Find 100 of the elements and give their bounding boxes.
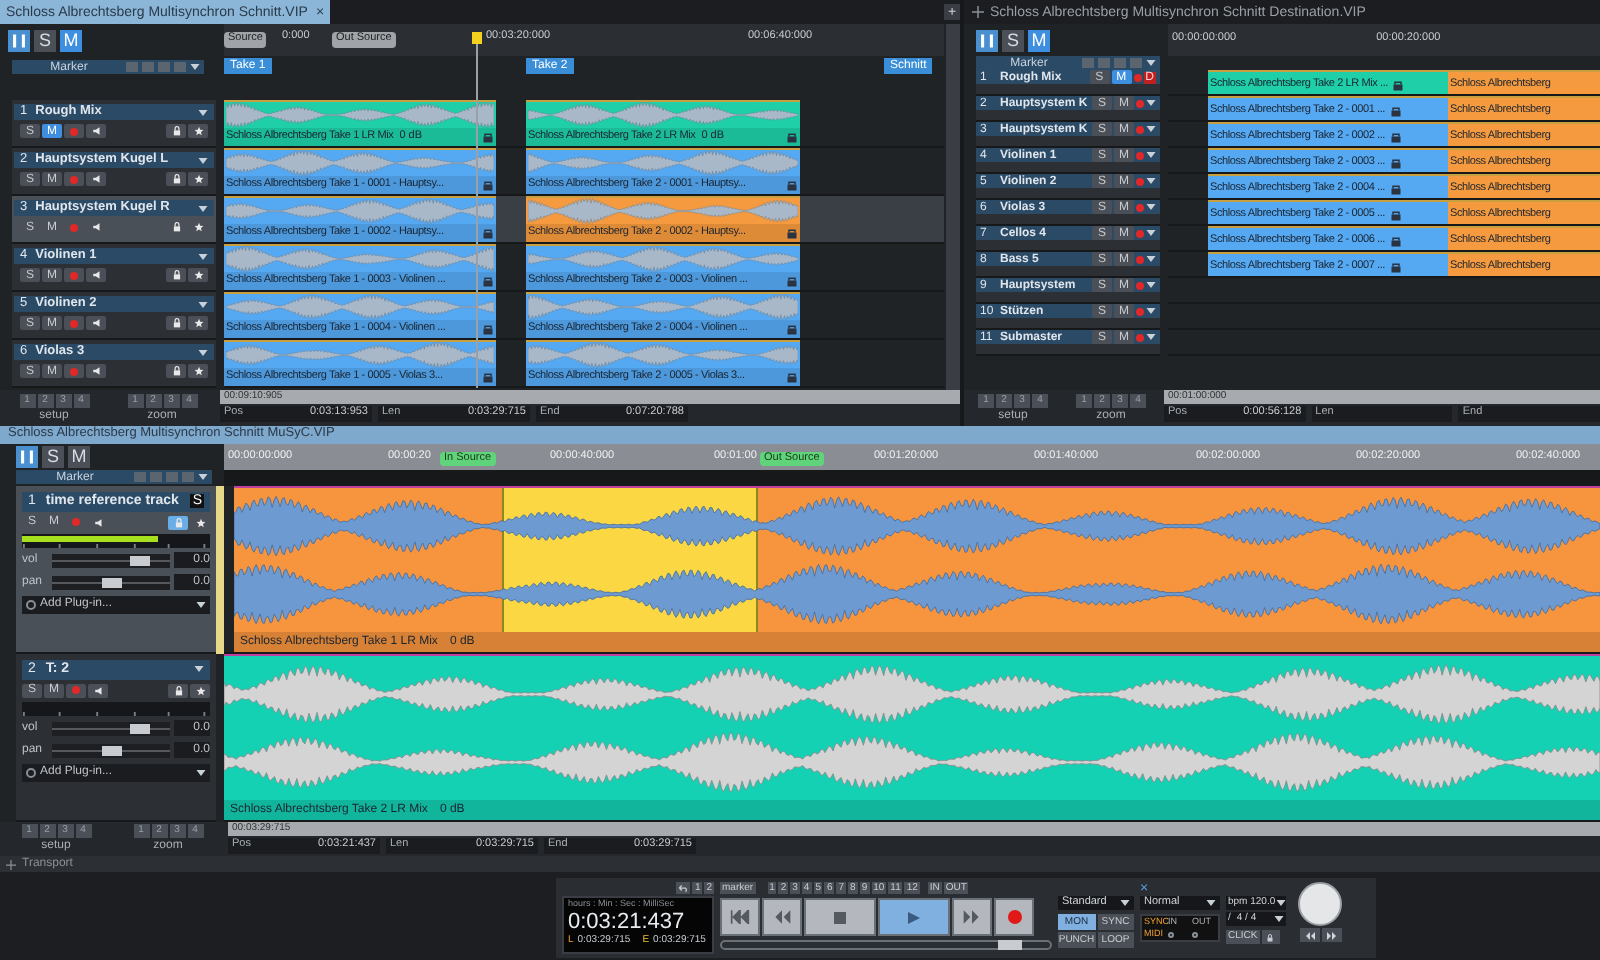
- clip-icon: [1389, 132, 1401, 144]
- clip-icon: [1392, 80, 1405, 92]
- skip-to-start-icon: [730, 910, 750, 924]
- speaker-icon: [91, 318, 101, 328]
- caret-icon: [196, 769, 206, 776]
- caret-icon: [1206, 900, 1216, 906]
- caret-icon: [1146, 126, 1156, 132]
- favorite-button[interactable]: [188, 172, 208, 186]
- star-icon: [195, 685, 205, 696]
- clip-icon: [786, 179, 798, 191]
- speaker-icon: [93, 685, 103, 696]
- display-time: 0:03:21:437: [568, 911, 687, 933]
- caret-icon: [198, 253, 208, 259]
- record-icon: [70, 127, 78, 135]
- slider-thumb[interactable]: [130, 555, 151, 566]
- clip-icon: [482, 227, 494, 239]
- favorite-button[interactable]: [188, 316, 208, 330]
- lock-icon: [171, 270, 181, 280]
- speaker-button[interactable]: [86, 172, 106, 186]
- speaker-button[interactable]: [86, 364, 106, 378]
- record-icon: [1007, 910, 1021, 924]
- mode-button[interactable]: S: [42, 445, 64, 468]
- favorite-button[interactable]: [190, 515, 210, 530]
- lock-icon: [1266, 933, 1275, 941]
- caret-icon: [1146, 204, 1156, 210]
- slider-thumb[interactable]: [101, 577, 121, 588]
- play-button[interactable]: [878, 898, 950, 936]
- caret-icon: [196, 601, 206, 608]
- start-button[interactable]: [720, 898, 760, 936]
- lock-button[interactable]: [166, 316, 186, 330]
- speaker-icon: [93, 517, 103, 528]
- jog-rewind-button[interactable]: [1299, 928, 1319, 942]
- favorite-button[interactable]: [190, 683, 210, 698]
- pan-slider[interactable]: [52, 575, 170, 590]
- power-icon: [26, 767, 36, 778]
- caret-icon: [198, 349, 208, 355]
- undo-button[interactable]: [676, 882, 691, 894]
- star-icon: [193, 222, 203, 232]
- position-slider[interactable]: [720, 940, 1052, 950]
- speaker-icon: [91, 270, 101, 280]
- lock-button[interactable]: [166, 124, 186, 138]
- stop-icon: [834, 911, 846, 923]
- lock-icon: [171, 126, 181, 136]
- favorite-button[interactable]: [188, 364, 208, 378]
- caret-icon: [190, 64, 200, 70]
- caret-icon: [1146, 152, 1156, 158]
- speaker-button[interactable]: [86, 124, 106, 138]
- power-icon: [26, 599, 36, 610]
- mode-button[interactable]: M: [68, 445, 90, 468]
- caret-icon: [198, 474, 208, 481]
- clip-icon: [786, 371, 798, 383]
- jog-forward-button[interactable]: [1321, 928, 1341, 942]
- caret-icon: [1146, 334, 1156, 340]
- lock-button[interactable]: [166, 364, 186, 378]
- star-icon: [193, 270, 203, 280]
- rewind-button[interactable]: [762, 898, 802, 936]
- slider-thumb[interactable]: [130, 723, 151, 734]
- speaker-button[interactable]: [86, 268, 106, 282]
- stop-button[interactable]: [804, 898, 876, 936]
- vertical-scrollbar[interactable]: [946, 24, 960, 390]
- favorite-button[interactable]: [188, 268, 208, 282]
- speaker-button[interactable]: [86, 316, 106, 330]
- star-icon: [193, 318, 203, 328]
- clip-icon: [786, 227, 798, 239]
- fast-forward-icon: [1325, 931, 1337, 939]
- star-icon: [193, 174, 203, 184]
- vol-slider[interactable]: [52, 721, 170, 736]
- caret-icon: [1146, 60, 1156, 66]
- jog-wheel[interactable]: [1298, 882, 1342, 926]
- caret-icon: [1146, 178, 1156, 184]
- speaker-button[interactable]: [88, 683, 108, 698]
- record-icon: [70, 367, 78, 375]
- clip-icon: [1389, 158, 1401, 170]
- mode-button[interactable]: M: [1028, 29, 1050, 51]
- caret-icon: [1146, 308, 1156, 314]
- rewind-icon: [1303, 931, 1315, 939]
- pan-slider[interactable]: [52, 743, 170, 758]
- forward-button[interactable]: [952, 898, 992, 936]
- caret-icon: [1146, 100, 1156, 106]
- mode-button[interactable]: M: [60, 29, 82, 51]
- playhead-handle[interactable]: [472, 32, 482, 44]
- caret-icon: [198, 301, 208, 307]
- mode-button[interactable]: S: [1002, 29, 1024, 51]
- lock-button[interactable]: [166, 268, 186, 282]
- caret-icon: [1146, 282, 1156, 288]
- lock-button[interactable]: [1261, 930, 1280, 944]
- clip-icon: [1389, 262, 1401, 274]
- slider-thumb[interactable]: [101, 745, 121, 756]
- slider-thumb[interactable]: [998, 940, 1023, 950]
- lock-icon: [171, 366, 181, 376]
- lock-button[interactable]: [168, 515, 188, 530]
- vol-slider[interactable]: [52, 553, 170, 568]
- clip-icon: [1389, 184, 1401, 196]
- mode-button[interactable]: S: [34, 29, 56, 51]
- clip-icon: [482, 323, 494, 335]
- lock-button[interactable]: [166, 172, 186, 186]
- speaker-icon: [91, 126, 101, 136]
- move-icon: [6, 859, 16, 869]
- favorite-button[interactable]: [188, 124, 208, 138]
- lock-button[interactable]: [168, 683, 188, 698]
